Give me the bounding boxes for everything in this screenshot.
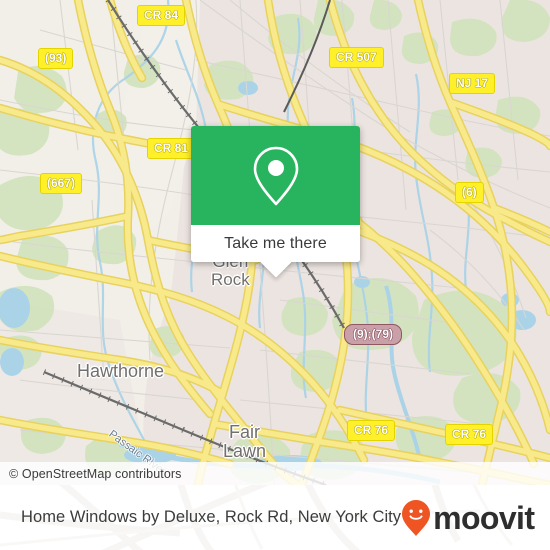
take-me-there-button[interactable]: Take me there [191, 225, 360, 262]
road-shield: CR 84 [137, 5, 186, 26]
popup-image-area [191, 126, 360, 225]
moovit-pin-smiley-icon [402, 499, 431, 536]
road-shield: CR 76 [347, 420, 396, 441]
location-popup-card[interactable]: Take me there [191, 126, 360, 278]
road-shield: CR 81 [147, 138, 196, 159]
road-shield: CR 76 [445, 424, 494, 445]
road-shield: (93) [38, 48, 74, 69]
road-shield: (667) [40, 173, 83, 194]
road-shield: NJ 17 [449, 73, 496, 94]
osm-attribution[interactable]: © OpenStreetMap contributors [0, 462, 550, 485]
road-shield: (6) [455, 182, 484, 203]
map-viewport[interactable]: CR 84 (93) CR 507 NJ 17 CR 81 (667) (6) (9);(79… [0, 0, 550, 485]
map-pin-icon [253, 146, 298, 205]
road-shield: CR 507 [329, 47, 384, 68]
moovit-map-screenshot: CR 84 (93) CR 507 NJ 17 CR 81 (667) (6) (9);(79… [0, 0, 550, 550]
moovit-logo[interactable]: moovit [401, 499, 535, 537]
road-shield: (9);(79) [344, 324, 403, 345]
moovit-wordmark: moovit [433, 499, 535, 536]
location-title: Home Windows by Deluxe, Rock Rd, New Yor… [21, 508, 402, 526]
footer-bar: Home Windows by Deluxe, Rock Rd, New Yor… [0, 485, 550, 550]
osm-attribution-text: © OpenStreetMap contributors [9, 466, 182, 481]
